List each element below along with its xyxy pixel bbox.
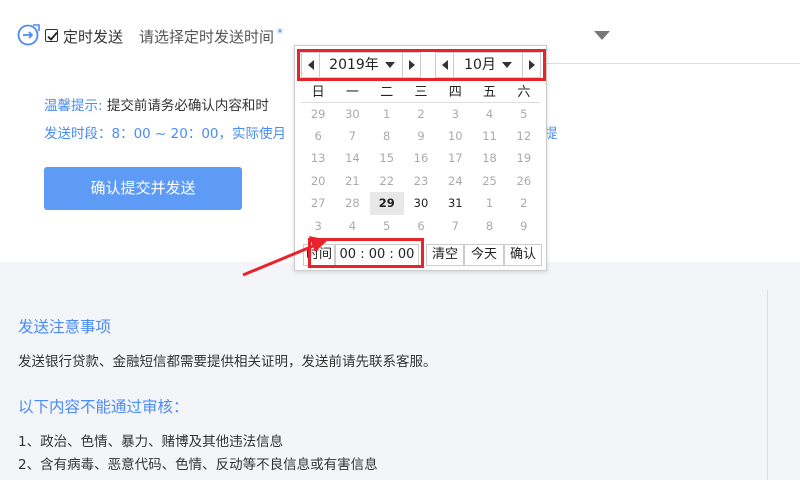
day-cell[interactable]: 4 <box>472 102 506 125</box>
day-cell[interactable]: 2 <box>404 102 438 125</box>
day-cell[interactable]: 6 <box>301 125 335 148</box>
day-cell[interactable]: 5 <box>507 102 541 125</box>
day-cell[interactable]: 20 <box>301 170 335 193</box>
divider <box>545 63 800 64</box>
day-cell[interactable]: 7 <box>335 125 369 148</box>
vertical-divider <box>767 290 768 480</box>
day-cell[interactable]: 22 <box>370 170 404 193</box>
send-period: 发送时段：8：00 ~ 20：00，实际使月 <box>44 126 287 142</box>
day-cell[interactable]: 19 <box>507 147 541 170</box>
day-cell[interactable]: 23 <box>404 170 438 193</box>
day-cell[interactable]: 24 <box>438 170 472 193</box>
selected-day-cell[interactable]: 29 <box>369 192 404 215</box>
day-cell[interactable]: 30 <box>404 192 438 215</box>
notes-heading: 发送注意事项 <box>18 318 112 336</box>
tip-text: 温馨提示: 提交前请务必确认内容和时 <box>44 94 269 114</box>
day-cell[interactable]: 1 <box>472 192 506 215</box>
calendar-week: 13 14 15 16 17 18 19 <box>301 147 541 170</box>
day-cell[interactable]: 18 <box>472 147 506 170</box>
weekday-label: 六 <box>506 80 541 103</box>
calendar-week: 29 30 1 2 3 4 5 <box>301 102 541 125</box>
day-cell[interactable]: 21 <box>335 170 369 193</box>
tip-key: 温馨提示: <box>44 98 103 114</box>
weekday-label: 三 <box>403 80 439 103</box>
day-cell[interactable]: 30 <box>335 102 369 125</box>
calendar-body: 29 30 1 2 3 4 5 6 7 8 9 10 11 12 13 14 15 16 17 18 19 20 21 22 2… <box>301 102 541 237</box>
annotation-box-time <box>308 238 424 268</box>
day-cell[interactable]: 27 <box>301 192 335 215</box>
submit-send-button[interactable]: 确认提交并发送 <box>44 167 242 210</box>
day-cell[interactable]: 4 <box>335 215 369 238</box>
day-cell[interactable]: 8 <box>370 125 404 148</box>
day-cell[interactable]: 9 <box>507 215 541 238</box>
clear-button[interactable]: 清空 <box>426 244 464 266</box>
weekday-label: 日 <box>301 80 336 103</box>
weekday-label: 一 <box>335 80 370 103</box>
rule-item: 2、含有病毒、恶意代码、色情、反动等不良信息或有害信息 <box>18 457 378 473</box>
calendar-week: 20 21 22 23 24 25 26 <box>301 170 541 193</box>
day-cell[interactable]: 31 <box>438 192 472 215</box>
day-cell[interactable]: 6 <box>404 215 438 238</box>
day-cell[interactable]: 26 <box>507 170 541 193</box>
chevron-down-icon <box>594 31 610 40</box>
day-cell[interactable]: 2 <box>507 192 541 215</box>
day-cell[interactable]: 8 <box>472 215 506 238</box>
day-cell[interactable]: 15 <box>370 147 404 170</box>
day-cell[interactable]: 25 <box>472 170 506 193</box>
send-time-placeholder: 请选择定时发送时间 <box>139 28 275 46</box>
day-cell[interactable]: 10 <box>438 125 472 148</box>
confirm-button[interactable]: 确认 <box>504 244 542 266</box>
day-cell[interactable]: 12 <box>507 125 541 148</box>
day-cell[interactable]: 3 <box>301 215 335 238</box>
day-cell[interactable]: 3 <box>438 102 472 125</box>
day-cell[interactable]: 14 <box>335 147 369 170</box>
day-cell[interactable]: 7 <box>438 215 472 238</box>
tip-body: 提交前请务必确认内容和时 <box>106 98 269 114</box>
day-cell[interactable]: 29 <box>301 102 335 125</box>
notes-body: 发送银行贷款、金融短信都需要提供相关证明，发送前请先联系客服。 <box>18 354 437 370</box>
timer-checkbox[interactable] <box>45 29 58 42</box>
calendar-week: 6 7 8 9 10 11 12 <box>301 125 541 148</box>
day-cell[interactable]: 16 <box>404 147 438 170</box>
check-icon <box>47 31 58 41</box>
calendar-week: 3456789 <box>301 215 541 238</box>
required-mark: * <box>277 26 284 40</box>
weekday-label: 四 <box>438 80 473 103</box>
weekday-label: 二 <box>369 80 404 103</box>
calendar-week: 27 28 29 30 31 1 2 <box>301 192 541 215</box>
day-cell[interactable]: 1 <box>370 102 404 125</box>
annotation-box-year-month <box>297 49 546 81</box>
day-cell[interactable]: 28 <box>335 192 369 215</box>
weekday-label: 五 <box>472 80 507 103</box>
send-icon <box>17 24 40 46</box>
today-button[interactable]: 今天 <box>464 244 504 266</box>
calendar-grid: 日 一 二 三 四 五 六 29 30 1 2 3 4 5 6 7 8 9 10 11 12 13 14 15 1… <box>301 80 541 237</box>
rule-item: 1、政治、色情、暴力、赌博及其他违法信息 <box>18 434 284 450</box>
reject-heading: 以下内容不能通过审核： <box>18 398 189 416</box>
day-cell[interactable]: 13 <box>301 147 335 170</box>
timer-label: 定时发送 <box>63 28 124 46</box>
page: 定时发送 请选择定时发送时间 * 温馨提示: 提交前请务必确认内容和时 发送时段：… <box>0 0 800 480</box>
day-cell[interactable]: 17 <box>438 147 472 170</box>
day-cell[interactable]: 9 <box>404 125 438 148</box>
day-cell[interactable]: 5 <box>370 215 404 238</box>
weekday-row: 日 一 二 三 四 五 六 <box>301 80 541 103</box>
day-cell[interactable]: 11 <box>472 125 506 148</box>
